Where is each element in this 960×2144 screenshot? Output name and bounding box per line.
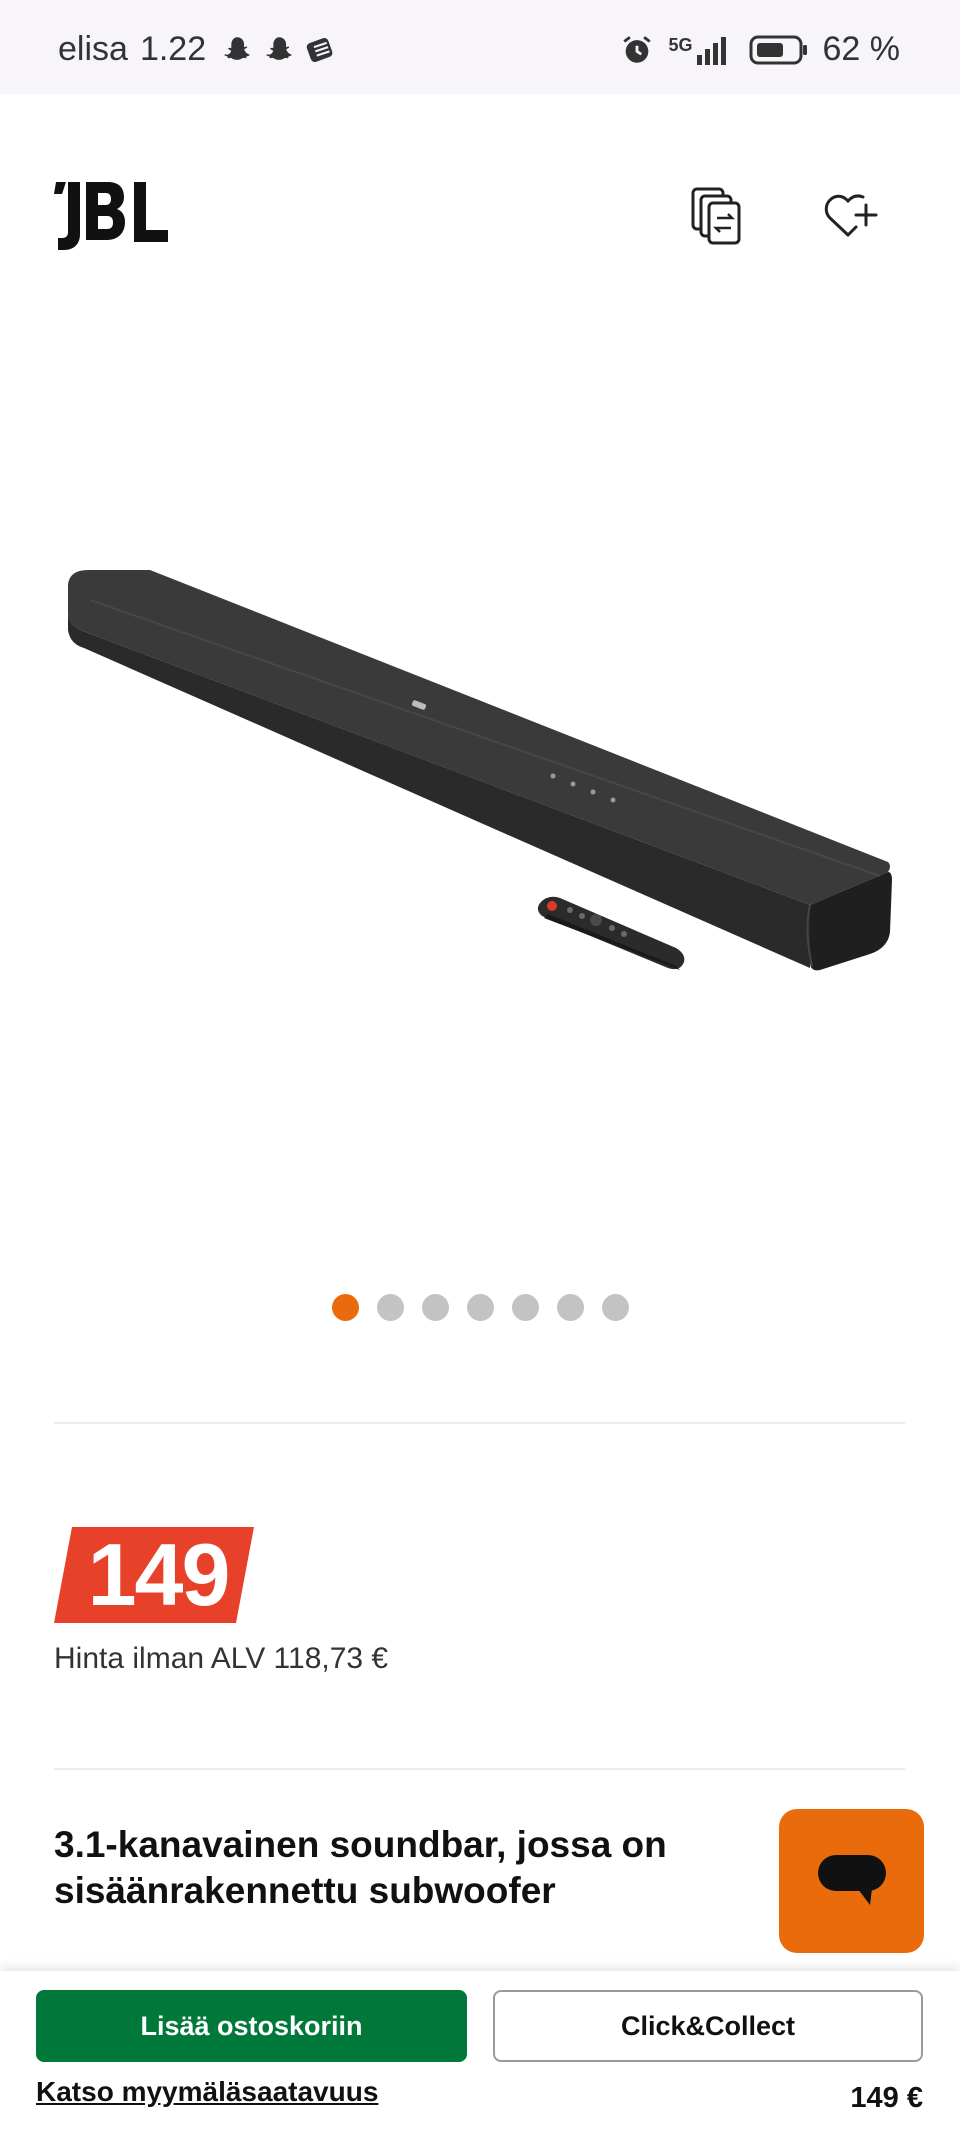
- chat-bubble-icon: [817, 1855, 886, 1905]
- snapchat-icon: [224, 36, 250, 60]
- gallery-pagination: [0, 1294, 960, 1321]
- clock: 1.22: [139, 30, 207, 68]
- gallery-dot[interactable]: [376, 1294, 404, 1321]
- divider: [54, 1768, 905, 1770]
- alarm-icon: [623, 35, 652, 63]
- status-bar: elisa 1.22 5G 62 %: [0, 0, 960, 94]
- carrier-name: elisa: [58, 30, 128, 68]
- price-amount: 149: [87, 1525, 231, 1624]
- gallery-dot[interactable]: [331, 1294, 359, 1321]
- gallery-dot[interactable]: [466, 1294, 494, 1321]
- battery-icon: [749, 35, 807, 64]
- gallery-dot[interactable]: [601, 1294, 629, 1321]
- heart-plus-icon: [824, 194, 878, 237]
- network-label: 5G: [668, 34, 693, 55]
- stack-icon: [306, 37, 333, 62]
- network-type: 5G: [668, 35, 734, 65]
- click-collect-button[interactable]: Click&Collect: [493, 1990, 923, 2062]
- remote-control: [537, 896, 685, 970]
- snapchat-icon: [266, 36, 292, 60]
- compare-icon: [691, 187, 741, 245]
- add-to-cart-button[interactable]: Lisää ostoskoriin: [36, 1990, 467, 2062]
- gallery-dot[interactable]: [421, 1294, 449, 1321]
- bottom-action-bar: Lisää ostoskoriin Click&Collect Katso my…: [0, 1971, 960, 2144]
- divider: [54, 1422, 905, 1424]
- price-without-vat: Hinta ilman ALV 118,73 €: [54, 1642, 389, 1675]
- price-tag: 149: [54, 1525, 254, 1624]
- gallery-dot[interactable]: [511, 1294, 539, 1321]
- store-availability-link[interactable]: Katso myymäläsaatavuus: [36, 2076, 378, 2108]
- battery-percent: 62 %: [822, 30, 901, 68]
- bottom-price: 149 €: [850, 2082, 923, 2114]
- gallery-dot[interactable]: [556, 1294, 584, 1321]
- status-bar-right: 5G 62 %: [620, 30, 900, 69]
- status-bar-left: elisa 1.22: [58, 30, 338, 69]
- compare-button[interactable]: [686, 186, 746, 246]
- product-image[interactable]: [0, 300, 960, 1240]
- chat-button[interactable]: [779, 1809, 924, 1953]
- product-title: 3.1-kanavainen soundbar, jossa on sisään…: [54, 1824, 667, 1911]
- signal-icon: [696, 36, 726, 65]
- wishlist-button[interactable]: [820, 186, 880, 246]
- site-header: [0, 94, 960, 294]
- jbl-logo[interactable]: [54, 180, 188, 252]
